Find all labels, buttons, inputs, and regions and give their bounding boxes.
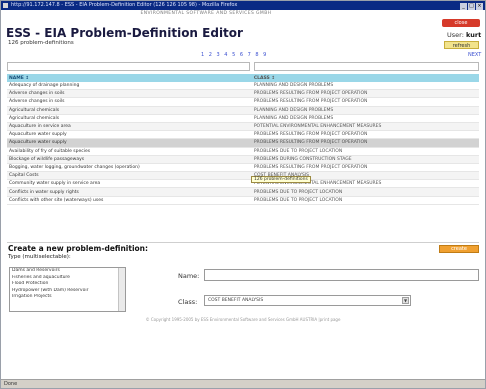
problem-definition-table: NAME ↕ CLASS ↕ Adequacy of drainage plan…	[7, 74, 479, 205]
class-label: Class:	[178, 298, 198, 306]
table-row[interactable]: Blockage of wildlife passageways Problems…	[7, 155, 479, 164]
page-links[interactable]: 1 2 3 4 5 6 7 8 9	[201, 52, 268, 58]
name-input[interactable]	[204, 269, 479, 281]
table-row[interactable]: Community water supply in service area Po…	[7, 179, 479, 189]
table-row[interactable]: Conflicts with other site (waterways) us…	[7, 196, 479, 205]
name-filter-input[interactable]	[7, 62, 250, 71]
row-name[interactable]: Aquaculture water supply	[7, 130, 252, 140]
create-button[interactable]: create	[439, 245, 479, 253]
status-bar: Done	[1, 379, 485, 388]
name-label: Name:	[178, 272, 200, 280]
row-name[interactable]: Agricultural chemicals	[7, 106, 252, 115]
create-section-title: Create a new problem-definition:	[8, 244, 149, 253]
row-name[interactable]: Blockage of wildlife passageways	[7, 155, 252, 164]
row-class: Problems due to project location	[251, 187, 479, 197]
maximize-button[interactable]: □	[468, 3, 475, 10]
row-name[interactable]: Conflicts in water supply rights	[7, 187, 252, 197]
row-name[interactable]: Aquaculture water supply	[7, 138, 252, 148]
row-name[interactable]: Adverse changes in soils	[7, 97, 252, 107]
user-prefix: User:	[447, 31, 464, 39]
table-header-row: NAME ↕ CLASS ↕	[7, 74, 479, 82]
filter-row	[7, 62, 479, 71]
definition-count: 126 problem-definitions	[8, 40, 74, 46]
company-banner: ENVIRONMENTAL SOFTWARE AND SERVICES GMBH	[140, 11, 272, 16]
close-button[interactable]: close	[442, 19, 480, 27]
row-class: Problems resulting from project operatio…	[251, 97, 479, 107]
row-class: Problems resulting from project operatio…	[251, 89, 479, 99]
row-class: Problems during construction stage	[251, 155, 479, 164]
window-titlebar[interactable]: http://91.172.147.8 - ESS - EIA Problem-…	[1, 1, 485, 10]
minimize-button[interactable]: _	[460, 3, 467, 10]
firefox-icon	[3, 3, 8, 8]
user-info: User: kurt	[447, 31, 481, 39]
section-divider	[7, 242, 479, 243]
row-class: Planning and design problems	[251, 106, 479, 115]
table-row-highlighted[interactable]: Aquaculture water supply Problems resulti…	[7, 138, 479, 148]
row-class: Problems resulting from project operatio…	[251, 130, 479, 140]
window-title: http://91.172.147.8 - ESS - EIA Problem-…	[11, 2, 238, 8]
user-name: kurt	[465, 31, 482, 39]
table-row[interactable]: Aquaculture in service area Potential env…	[7, 122, 479, 132]
row-name[interactable]: Adverse changes in soils	[7, 89, 252, 99]
table-row[interactable]: Adequacy of drainage planning Planning an…	[7, 82, 479, 91]
row-class: Problems resulting from project operatio…	[251, 163, 479, 173]
type-multiselect[interactable]: Dams and Reservoirs Fisheries and aquacu…	[9, 267, 126, 312]
row-name[interactable]: Agricultural chemicals	[7, 114, 252, 123]
table-row[interactable]: Capital CostsCost benefit analysis	[7, 171, 479, 181]
class-select-value: COST BENEFIT ANALYSIS	[208, 298, 264, 303]
type-option[interactable]: Irrigation Projects	[10, 294, 120, 301]
list-scrollbar[interactable]	[118, 268, 125, 311]
row-class: Problems resulting from project operatio…	[251, 138, 479, 148]
row-name[interactable]: Conflicts with other site (waterways) us…	[7, 196, 252, 205]
row-class: Planning and design problems	[251, 114, 479, 123]
row-name[interactable]: Aquaculture in service area	[7, 122, 252, 132]
window-controls: _ □ ×	[459, 2, 483, 10]
row-class: Planning and design problems	[251, 82, 479, 91]
row-name[interactable]: Adequacy of drainage planning	[7, 82, 252, 91]
row-tooltip: 126 problem-definitions	[251, 176, 311, 183]
copyright-footer: © Copyright 1995-2005 by ESS Environment…	[145, 317, 341, 322]
table-row[interactable]: Adverse changes in soils Problems resulti…	[7, 89, 479, 99]
table-row[interactable]: Bogging, water logging, groundwater chan…	[7, 163, 479, 173]
table-row[interactable]: Aquaculture water supply Problems resulti…	[7, 130, 479, 140]
table-row[interactable]: Agricultural chemicals Planning and desig…	[7, 114, 479, 123]
refresh-button[interactable]: refresh	[444, 41, 479, 49]
table-row[interactable]: Availability of fry of suitable species P…	[7, 147, 479, 156]
page-content: ENVIRONMENTAL SOFTWARE AND SERVICES GMBH…	[1, 10, 485, 379]
class-filter-input[interactable]	[254, 62, 479, 71]
row-name[interactable]: Bogging, water logging, groundwater chan…	[7, 163, 252, 173]
row-name[interactable]: Availability of fry of suitable species	[7, 147, 252, 156]
row-name[interactable]: Community water supply in service area	[7, 179, 252, 189]
page-title: ESS - EIA Problem-Definition Editor	[6, 26, 243, 40]
column-header-class[interactable]: CLASS ↕	[251, 74, 479, 82]
table-row[interactable]: Adverse changes in soils Problems resulti…	[7, 97, 479, 107]
chevron-down-icon[interactable]: ▼	[402, 297, 409, 304]
class-select[interactable]: COST BENEFIT ANALYSIS ▼	[204, 295, 411, 306]
column-header-name[interactable]: NAME ↕	[7, 74, 252, 82]
table-row[interactable]: Conflicts in water supply rights Problems…	[7, 187, 479, 197]
next-link[interactable]: NEXT	[468, 52, 481, 58]
row-class: Problems due to project location	[251, 196, 479, 205]
browser-window: http://91.172.147.8 - ESS - EIA Problem-…	[0, 0, 486, 389]
type-label: Type (multiselectable):	[8, 254, 71, 260]
table-row[interactable]: Agricultural chemicals Planning and desig…	[7, 106, 479, 115]
row-class: Problems due to project location	[251, 147, 479, 156]
row-name[interactable]: Capital Costs	[7, 171, 252, 181]
row-class: Potential environmental enhancement meas…	[251, 122, 479, 132]
window-close-button[interactable]: ×	[476, 3, 483, 10]
